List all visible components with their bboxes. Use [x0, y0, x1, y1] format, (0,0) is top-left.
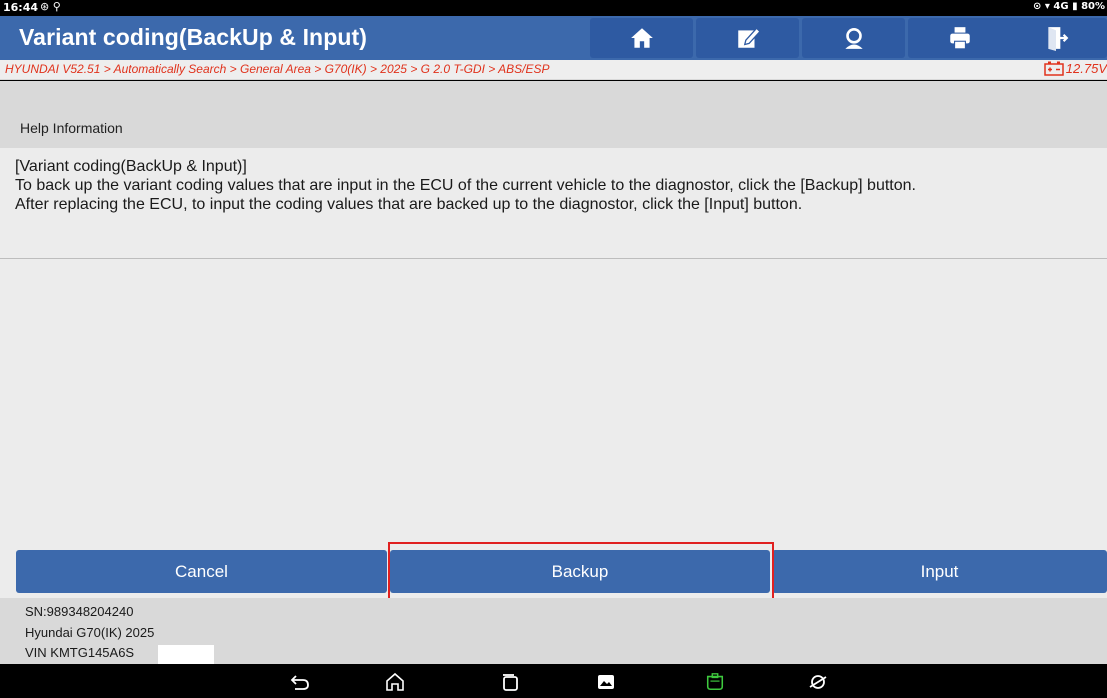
battery-voltage-icon	[1044, 61, 1064, 76]
breadcrumb: HYUNDAI V52.51 > Automatically Search > …	[5, 62, 550, 76]
location-icon: ⊙	[1033, 1, 1042, 12]
action-bar: Cancel Backup Input	[0, 548, 1107, 598]
content-divider	[0, 258, 1107, 259]
help-header-label: Help Information	[20, 120, 123, 136]
browser-icon[interactable]	[808, 672, 828, 692]
status-bar: 16:44 ⊛ ⚲ ⊙ ▾ 4G ▮ 80%	[0, 0, 1107, 16]
voltage-indicator: 12.75V	[1044, 61, 1107, 76]
signal-icon: ▾	[1044, 1, 1050, 12]
home-nav-icon[interactable]	[385, 672, 405, 692]
status-right: ⊙ ▾ 4G ▮ 80%	[1033, 1, 1105, 12]
status-time: 16:44	[3, 1, 39, 14]
title-bar: Variant coding(BackUp & Input)	[0, 16, 1107, 60]
help-line-input: After replacing the ECU, to input the co…	[15, 196, 803, 213]
help-line-title: [Variant coding(BackUp & Input)]	[15, 158, 247, 175]
recents-icon[interactable]	[500, 672, 520, 692]
exit-button[interactable]	[1004, 18, 1107, 58]
user-support-icon	[844, 28, 863, 49]
report-button[interactable]	[696, 18, 799, 58]
breadcrumb-bar: HYUNDAI V52.51 > Automatically Search > …	[0, 60, 1107, 80]
print-button[interactable]	[908, 18, 1011, 58]
battery-icon: ▮	[1072, 1, 1078, 12]
backup-button[interactable]: Backup	[390, 550, 770, 593]
cancel-button[interactable]: Cancel	[16, 550, 387, 593]
input-button[interactable]: Input	[772, 550, 1107, 593]
battery-level: 80%	[1081, 1, 1105, 12]
vci-icon[interactable]	[705, 672, 725, 692]
help-header	[0, 81, 1107, 148]
vin-redaction	[158, 645, 214, 664]
printer-icon	[949, 27, 970, 50]
serial-number: SN:989348204240	[25, 604, 134, 619]
edit-report-icon	[737, 27, 761, 48]
page-title: Variant coding(BackUp & Input)	[19, 24, 368, 50]
vehicle-model: Hyundai G70(IK) 2025	[25, 625, 155, 640]
navigation-bar	[0, 664, 1107, 698]
voltage-value: 12.75V	[1065, 61, 1107, 76]
support-button[interactable]	[802, 18, 905, 58]
notification-icons: ⊛ ⚲	[40, 0, 61, 13]
help-line-backup: To back up the variant coding values tha…	[15, 177, 916, 194]
home-icon	[630, 28, 653, 48]
vin: VIN KMTG145A6S	[25, 645, 135, 660]
network-label: 4G	[1053, 1, 1069, 12]
back-icon[interactable]	[290, 672, 310, 692]
exit-icon	[1047, 27, 1068, 51]
screenshot-icon[interactable]	[596, 672, 616, 692]
help-text: [Variant coding(BackUp & Input)] To back…	[15, 157, 1105, 214]
home-button[interactable]	[590, 18, 693, 58]
help-content: [Variant coding(BackUp & Input)] To back…	[0, 148, 1107, 548]
